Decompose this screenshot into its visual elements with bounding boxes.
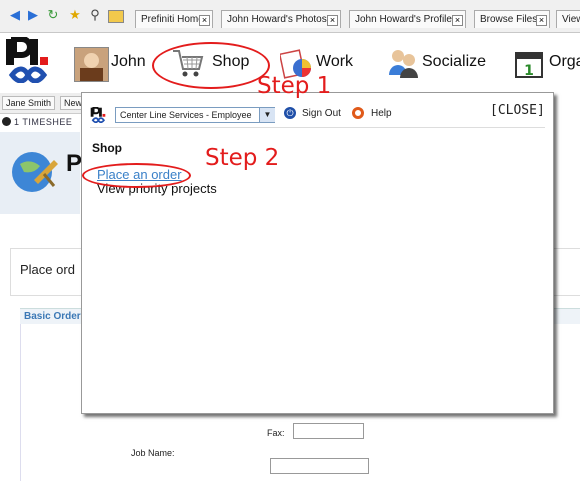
refresh-icon[interactable]: ↻: [46, 8, 60, 22]
prefiniti-logo-icon[interactable]: [4, 37, 50, 83]
fax-field[interactable]: [293, 423, 364, 439]
close-icon[interactable]: ×: [199, 15, 210, 26]
shop-menu-popup: Center Line Services - Employee ▼ ⏻ Sign…: [81, 92, 554, 414]
bookmark-star-icon[interactable]: ★: [68, 8, 82, 22]
subtab-jane-smith[interactable]: Jane Smith: [2, 96, 56, 110]
step-1-highlight-oval: [152, 42, 270, 89]
step-1-annotation: Step 1: [257, 73, 332, 99]
globe-compass-icon: [12, 152, 58, 192]
browser-toolbar: ◀ ▶ ↻ ★ ⚲ Prefiniti Home × John Howard's…: [0, 0, 580, 33]
tab-john-howard-photos[interactable]: John Howard's Photos ×: [221, 10, 341, 28]
search-icon[interactable]: ⚲: [88, 8, 102, 22]
calendar-icon[interactable]: 1: [514, 49, 546, 79]
tab-label: John Howard's Profile: [355, 14, 452, 25]
tab-label: Browse Files: [480, 14, 538, 25]
sub-tab-bar: Jane Smith New: [0, 93, 90, 114]
close-icon[interactable]: ×: [536, 15, 547, 26]
help-lifebuoy-icon[interactable]: [352, 107, 364, 119]
tab-label: View: [562, 14, 580, 25]
timesheet-label: 1 TIMESHEE: [14, 117, 73, 127]
tab-view[interactable]: View: [556, 10, 580, 28]
order-heading: Place ord: [20, 262, 75, 277]
nav-user-name[interactable]: John: [111, 53, 146, 71]
tab-john-howard-profile[interactable]: John Howard's Profile ×: [349, 10, 466, 28]
forward-arrow-icon[interactable]: ▶: [26, 8, 40, 22]
prefiniti-small-logo-icon: [90, 107, 106, 123]
user-avatar[interactable]: [74, 47, 109, 82]
job-name-field[interactable]: [270, 458, 369, 474]
section-title: Shop: [92, 141, 122, 155]
window-icon[interactable]: [108, 10, 124, 23]
popup-divider: [90, 127, 545, 128]
step-2-annotation: Step 2: [205, 145, 280, 171]
clock-icon: [2, 117, 11, 126]
job-name-label: Job Name:: [131, 448, 175, 458]
nav-socialize[interactable]: Socialize: [422, 53, 486, 71]
step-2-highlight-oval: [82, 163, 191, 188]
timesheet-indicator[interactable]: 1 TIMESHEE: [2, 117, 72, 127]
company-select[interactable]: Center Line Services - Employee: [115, 107, 275, 123]
socialize-people-icon[interactable]: [386, 47, 420, 79]
page-title: P: [66, 150, 83, 177]
back-arrow-icon[interactable]: ◀: [8, 8, 22, 22]
fax-label: Fax:: [267, 428, 285, 438]
close-icon[interactable]: ×: [452, 15, 463, 26]
tab-browse-files[interactable]: Browse Files ×: [474, 10, 550, 28]
tab-prefiniti-home[interactable]: Prefiniti Home ×: [135, 10, 213, 28]
close-icon[interactable]: ×: [327, 15, 338, 26]
svg-text:1: 1: [524, 63, 534, 79]
sign-out-link[interactable]: Sign Out: [302, 108, 341, 119]
tab-label: Prefiniti Home: [141, 14, 204, 25]
chevron-down-icon[interactable]: ▼: [259, 108, 275, 122]
tab-label: John Howard's Photos: [227, 14, 327, 25]
nav-work[interactable]: Work: [316, 53, 353, 71]
power-icon[interactable]: ⏻: [284, 107, 296, 119]
help-link[interactable]: Help: [371, 108, 392, 119]
nav-organize[interactable]: Orga: [549, 53, 580, 71]
close-button[interactable]: [CLOSE]: [490, 103, 545, 118]
